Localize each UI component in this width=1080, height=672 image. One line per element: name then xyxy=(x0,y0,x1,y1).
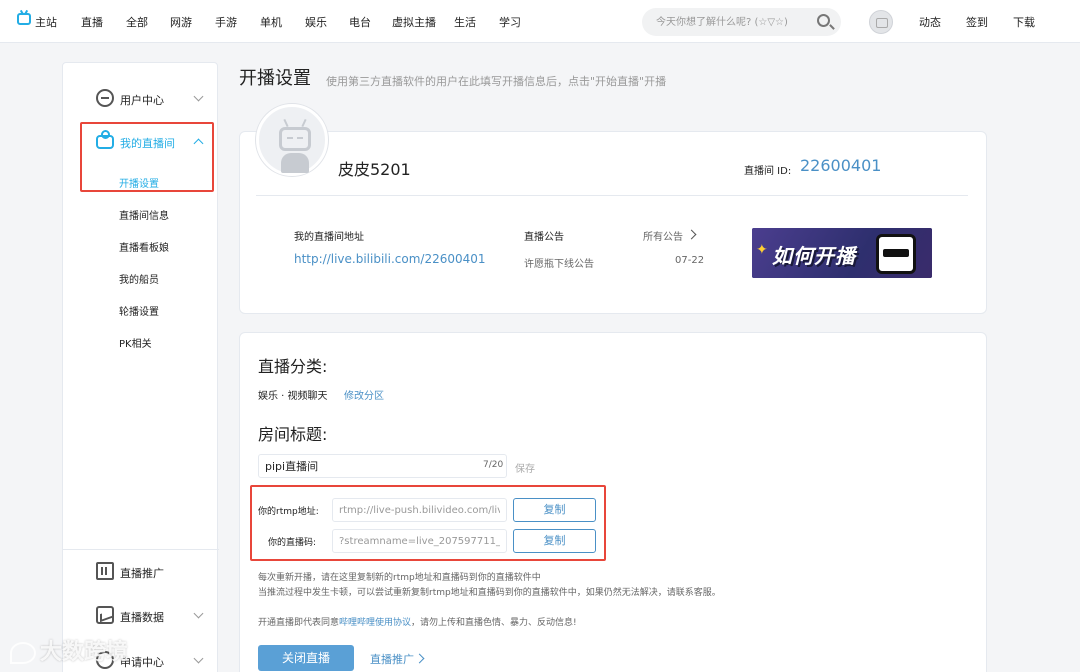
nav-single-player[interactable]: 单机 xyxy=(260,14,282,30)
search-box[interactable] xyxy=(642,8,841,36)
sidebar-item-promotion[interactable]: 直播推广 xyxy=(63,560,219,584)
chevron-up-icon xyxy=(193,138,204,149)
chevron-down-icon xyxy=(193,91,204,102)
sidebar-item-user-center[interactable]: 用户中心 xyxy=(63,87,219,111)
sidebar-divider xyxy=(63,549,219,550)
stream-code-field[interactable] xyxy=(332,529,507,553)
sidebar-sub-room-info[interactable]: 直播间信息 xyxy=(119,207,169,222)
sidebar-item-label: 用户中心 xyxy=(120,94,164,107)
sidebar-item-my-room[interactable]: 我的直播间 xyxy=(63,130,219,154)
close-stream-button[interactable]: 关闭直播 xyxy=(258,645,354,671)
chevron-down-icon xyxy=(193,608,204,619)
sidebar-sub-mascot[interactable]: 直播看板娘 xyxy=(119,239,169,254)
mascot-icon xyxy=(876,234,916,274)
tip-line-2: 当推流过程中发生卡顿，可以尝试重新复制rtmp地址和直播码到你的直播软件中，如果… xyxy=(258,588,721,598)
sidebar-sub-crew[interactable]: 我的船员 xyxy=(119,271,159,286)
antenna-right xyxy=(301,118,307,128)
category-title: 直播分类: xyxy=(258,357,328,376)
nav-online-games[interactable]: 网游 xyxy=(170,14,192,30)
room-title-heading: 房间标题: xyxy=(258,425,328,444)
rtmp-field[interactable] xyxy=(332,498,507,522)
sidebar-item-label: 直播推广 xyxy=(120,567,164,580)
nav-dynamics[interactable]: 动态 xyxy=(919,14,941,30)
category-value: 娱乐 · 视频聊天 xyxy=(258,391,328,402)
announcement-label: 直播公告 xyxy=(524,232,564,243)
stream-code-input[interactable] xyxy=(339,530,500,552)
copy-rtmp-button[interactable]: 复制 xyxy=(513,498,596,522)
search-icon[interactable] xyxy=(817,14,830,27)
sidebar-sub-rotation[interactable]: 轮播设置 xyxy=(119,303,159,318)
sidebar: 用户中心 我的直播间 开播设置 直播间信息 直播看板娘 我的船员 轮播设置 PK… xyxy=(62,62,219,672)
user-icon xyxy=(96,89,114,107)
edit-category-link[interactable]: 修改分区 xyxy=(344,387,384,402)
announcement-date: 07-22 xyxy=(675,255,705,266)
banner-text: 如何开播 xyxy=(772,244,856,268)
nav-entertainment[interactable]: 娱乐 xyxy=(305,14,327,30)
save-button[interactable]: 保存 xyxy=(515,460,535,475)
agreement-text: 开通直播即代表同意哔哩哔哩使用协议，请勿上传和直播色情、暴力、反动信息! xyxy=(258,615,577,628)
nav-checkin[interactable]: 签到 xyxy=(966,14,988,30)
chart-icon xyxy=(96,606,114,624)
promotion-icon xyxy=(96,562,114,580)
nav-download[interactable]: 下载 xyxy=(1013,14,1035,30)
sidebar-sub-live-settings[interactable]: 开播设置 xyxy=(119,175,159,190)
bilibili-tv-icon[interactable] xyxy=(17,13,31,25)
how-to-stream-banner[interactable]: ✦ 如何开播 xyxy=(752,228,932,278)
stream-code-label: 你的直播码: xyxy=(268,538,317,548)
watermark-text: 大数跨境 xyxy=(40,640,129,665)
room-title-counter: 7/20 xyxy=(483,460,504,470)
sidebar-item-label: 直播数据 xyxy=(120,611,164,624)
chevron-down-icon xyxy=(193,653,204,664)
nav-home[interactable]: 主站 xyxy=(35,14,57,30)
watermark-logo-icon xyxy=(10,642,36,664)
promotion-link[interactable]: 直播推广 xyxy=(370,651,414,667)
tv-icon xyxy=(96,130,114,149)
room-title-field[interactable] xyxy=(258,454,507,478)
top-navigation: 主站 直播 全部 网游 手游 单机 娱乐 电台 虚拟主播 生活 学习 动态 签到… xyxy=(0,0,1080,43)
nav-radio[interactable]: 电台 xyxy=(349,14,371,30)
nav-study[interactable]: 学习 xyxy=(499,14,521,30)
watermark: 大数跨境 xyxy=(10,634,128,666)
avatar-face xyxy=(279,127,311,151)
all-announcements-link[interactable]: 所有公告 xyxy=(643,228,683,243)
rtmp-label: 你的rtmp地址: xyxy=(258,507,319,517)
agreement-prefix: 开通直播即代表同意 xyxy=(258,618,340,628)
username: 皮皮5201 xyxy=(338,160,411,179)
page-subtitle: 使用第三方直播软件的用户在此填写开播信息后，点击"开始直播"开播 xyxy=(326,75,667,88)
page-title: 开播设置 xyxy=(239,68,311,89)
room-id: 22600401 xyxy=(800,156,882,175)
room-title-input[interactable] xyxy=(265,455,500,477)
sidebar-item-label: 我的直播间 xyxy=(120,137,175,150)
copy-code-button[interactable]: 复制 xyxy=(513,529,596,553)
room-url-label: 我的直播间地址 xyxy=(294,232,364,243)
room-url-link[interactable]: http://live.bilibili.com/22600401 xyxy=(294,252,486,266)
nav-virtual-streamer[interactable]: 虚拟主播 xyxy=(392,14,436,30)
room-id-label: 直播间 ID: xyxy=(744,166,792,177)
search-input[interactable] xyxy=(656,14,806,30)
announcement-text[interactable]: 许愿瓶下线公告 xyxy=(524,255,594,270)
user-avatar[interactable] xyxy=(869,10,893,34)
antenna-left xyxy=(283,118,289,128)
avatar-body xyxy=(281,153,309,173)
star-icon: ✦ xyxy=(756,242,768,258)
nav-mobile-games[interactable]: 手游 xyxy=(215,14,237,30)
sidebar-item-data[interactable]: 直播数据 xyxy=(63,604,219,628)
agreement-link[interactable]: 哔哩哔哩使用协议 xyxy=(339,618,411,628)
rtmp-input[interactable] xyxy=(339,499,500,521)
agreement-suffix: ，请勿上传和直播色情、暴力、反动信息! xyxy=(411,618,577,628)
nav-live[interactable]: 直播 xyxy=(81,14,103,30)
streamer-avatar xyxy=(256,104,328,176)
nav-life[interactable]: 生活 xyxy=(454,14,476,30)
nav-all[interactable]: 全部 xyxy=(126,14,148,30)
card-divider xyxy=(256,195,968,196)
sidebar-sub-pk[interactable]: PK相关 xyxy=(119,335,152,350)
tip-line-1: 每次重新开播，请在这里复制新的rtmp地址和直播码到你的直播软件中 xyxy=(258,573,541,583)
